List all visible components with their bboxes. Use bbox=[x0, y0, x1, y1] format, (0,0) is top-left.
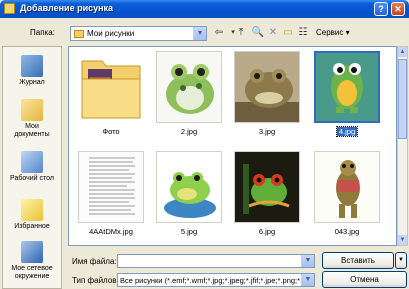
place-label: Избранное bbox=[14, 223, 50, 230]
file-item[interactable]: 2.jpg bbox=[151, 51, 227, 147]
places-bar: Журнал Мои документы Рабочий стол Избран… bbox=[2, 46, 62, 289]
place-network[interactable]: Мое сетевое окружение bbox=[3, 241, 61, 281]
place-favorites[interactable]: Избранное bbox=[3, 199, 61, 231]
network-icon bbox=[21, 241, 43, 263]
place-history[interactable]: Журнал bbox=[3, 55, 61, 87]
file-name: 2.jpg bbox=[180, 127, 198, 136]
image-thumbnail bbox=[234, 151, 300, 223]
place-label: Рабочий стол bbox=[10, 175, 54, 182]
place-label: Мои документы bbox=[14, 123, 50, 138]
file-item[interactable]: 5.jpg bbox=[151, 151, 227, 245]
up-folder-icon[interactable]: ⤒ bbox=[234, 26, 248, 40]
file-name: 6.jpg bbox=[258, 227, 276, 236]
place-my-documents[interactable]: Мои документы bbox=[3, 99, 61, 139]
file-name: 043.jpg bbox=[334, 227, 360, 236]
file-type-select[interactable]: Все рисунки (*.emf;*.wmf;*.jpg;*.jpeg;*.… bbox=[117, 273, 315, 287]
views-icon[interactable]: ☷ bbox=[296, 26, 310, 40]
help-button[interactable]: ? bbox=[374, 2, 388, 16]
my-documents-icon bbox=[21, 99, 43, 121]
chevron-down-icon[interactable]: ▼ bbox=[301, 255, 314, 267]
file-list[interactable]: Фото 2.jpg 3.jpg 4.jpg 4AAtDMx.jpg 5.jpg… bbox=[68, 46, 397, 246]
favorites-icon bbox=[21, 199, 43, 221]
file-item[interactable]: 043.jpg bbox=[309, 151, 385, 245]
file-name: Фото bbox=[102, 127, 120, 136]
desktop-icon bbox=[21, 151, 43, 173]
insert-button[interactable]: Вставить bbox=[322, 252, 394, 269]
title-bar: Добавление рисунка ? ✕ bbox=[0, 0, 409, 18]
delete-icon[interactable]: ✕ bbox=[266, 26, 280, 40]
folder-icon bbox=[74, 30, 84, 38]
insert-options-button[interactable]: ▼ bbox=[395, 252, 407, 269]
file-name: 4.jpg bbox=[335, 126, 359, 137]
place-desktop[interactable]: Рабочий стол bbox=[3, 151, 61, 183]
look-in-value: Мои рисунки bbox=[87, 29, 135, 38]
look-in-combo[interactable]: Мои рисунки ▼ bbox=[70, 26, 207, 41]
folder-thumbnail bbox=[78, 51, 144, 123]
file-name-label: Имя файла: bbox=[72, 257, 117, 266]
image-thumbnail bbox=[156, 51, 222, 123]
place-label: Мое сетевое окружение bbox=[11, 265, 53, 280]
file-item[interactable]: 6.jpg bbox=[229, 151, 305, 245]
file-item[interactable]: 3.jpg bbox=[229, 51, 305, 147]
file-name-input[interactable]: ▼ bbox=[117, 254, 315, 268]
vertical-scrollbar[interactable]: ▲ ▼ bbox=[397, 46, 408, 246]
file-name-dropdown[interactable]: ▼ bbox=[301, 255, 314, 267]
image-thumbnail bbox=[156, 151, 222, 223]
history-icon bbox=[21, 55, 43, 77]
scrollbar-thumb[interactable] bbox=[398, 59, 407, 139]
file-name: 5.jpg bbox=[180, 227, 198, 236]
chevron-down-icon[interactable]: ▼ bbox=[193, 27, 206, 40]
cancel-button[interactable]: Отмена bbox=[322, 271, 407, 288]
file-name: 3.jpg bbox=[258, 127, 276, 136]
file-item-selected[interactable]: 4.jpg bbox=[309, 51, 385, 147]
image-thumbnail bbox=[234, 51, 300, 123]
look-in-label: Папка: bbox=[30, 28, 55, 37]
chevron-down-icon[interactable]: ▼ bbox=[301, 274, 314, 286]
new-folder-icon[interactable]: ▭ bbox=[281, 26, 295, 40]
dialog-icon bbox=[4, 3, 15, 14]
image-thumbnail bbox=[78, 151, 144, 223]
window-title: Добавление рисунка bbox=[20, 3, 114, 13]
file-name: 4AAtDMx.jpg bbox=[89, 227, 133, 236]
scroll-down-icon[interactable]: ▼ bbox=[398, 235, 407, 245]
file-type-dropdown[interactable]: ▼ bbox=[301, 274, 314, 286]
file-type-label: Тип файлов: bbox=[72, 276, 119, 285]
tools-menu[interactable]: Сервис ▾ bbox=[316, 28, 350, 37]
scroll-up-icon[interactable]: ▲ bbox=[398, 47, 407, 57]
file-item[interactable]: 4AAtDMx.jpg bbox=[73, 151, 149, 245]
close-button[interactable]: ✕ bbox=[391, 2, 405, 16]
place-label: Журнал bbox=[19, 79, 45, 86]
back-icon[interactable]: ⇦ bbox=[212, 26, 226, 40]
image-thumbnail bbox=[314, 151, 380, 223]
image-thumbnail bbox=[314, 51, 380, 123]
file-item[interactable]: Фото bbox=[73, 51, 149, 147]
search-web-icon[interactable]: 🔍 bbox=[251, 26, 265, 40]
